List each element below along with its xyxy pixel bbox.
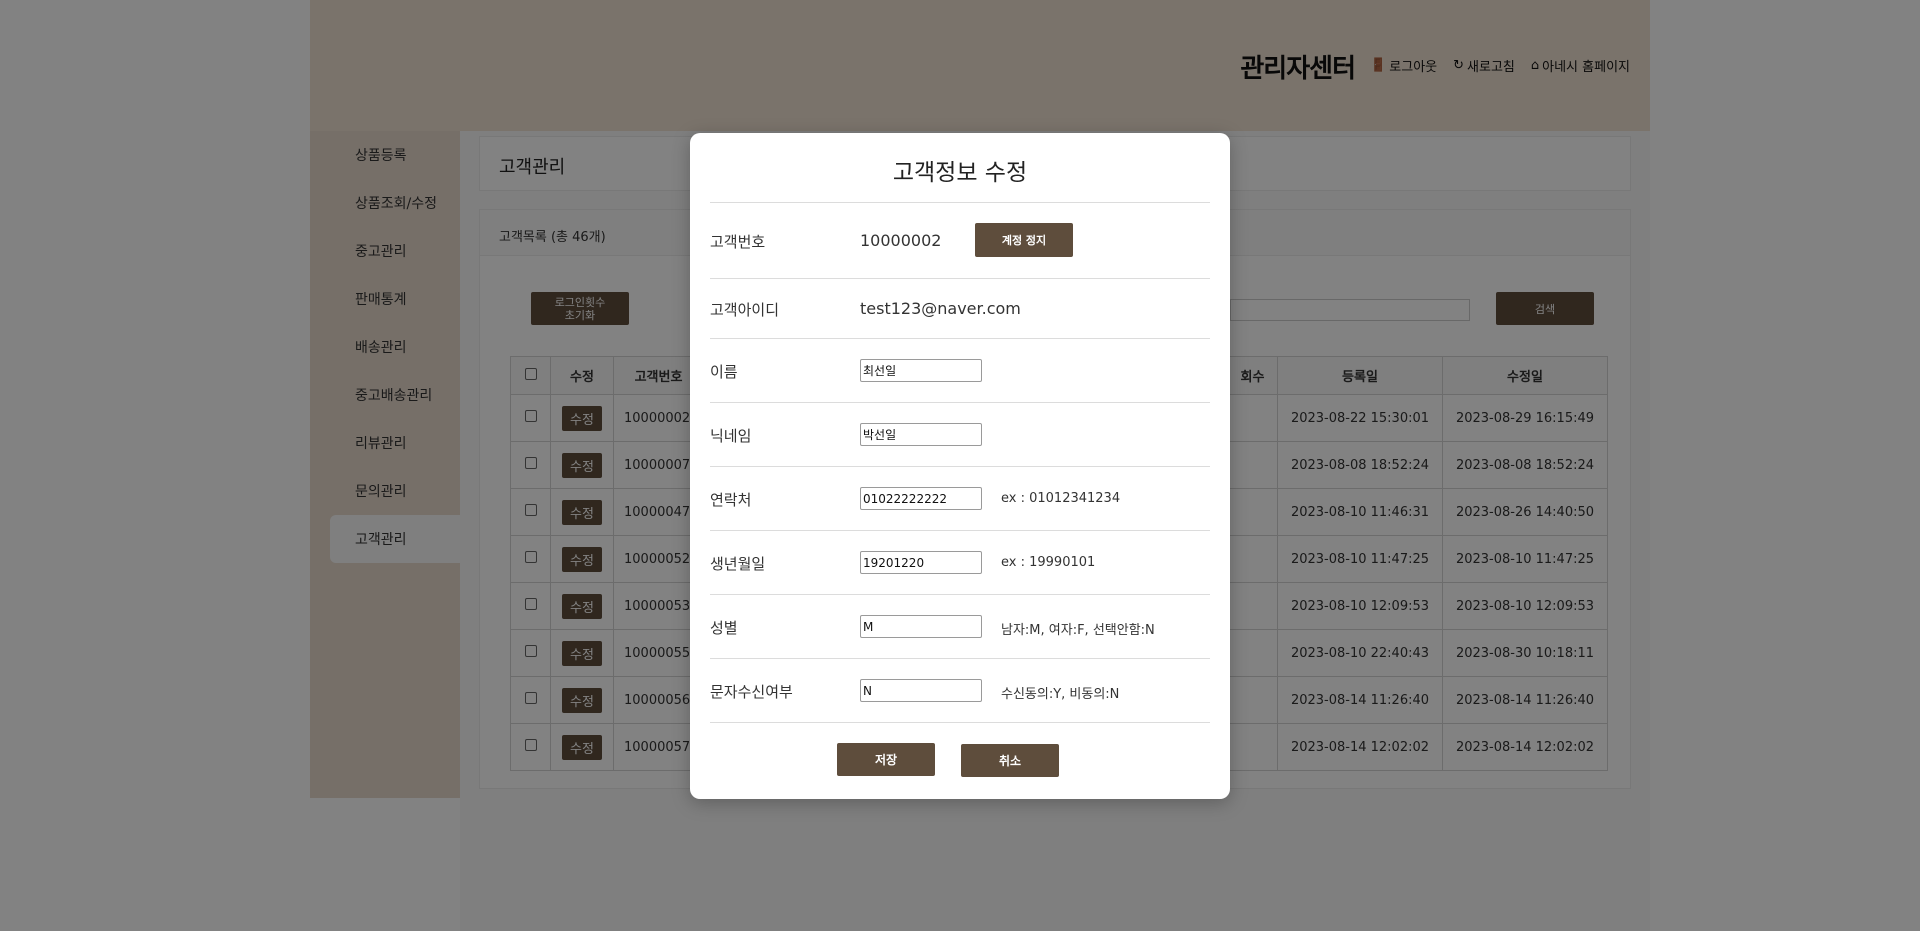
customer-no-value: 10000002 [860,231,942,250]
save-button[interactable]: 저장 [837,743,935,776]
cancel-button[interactable]: 취소 [961,744,1059,777]
customer-id-value: test123@naver.com [860,299,1021,318]
row-birth: 생년월일 ex : 19990101 [710,530,1210,594]
sms-input[interactable] [860,679,982,702]
sms-hint: 수신동의:Y, 비동의:N [1001,687,1120,702]
row-phone: 연락처 ex : 01012341234 [710,466,1210,530]
birth-label: 생년월일 [710,555,766,573]
sms-label: 문자수신여부 [710,683,793,701]
gender-label: 성별 [710,619,738,637]
phone-input[interactable] [860,487,982,510]
phone-label: 연락처 [710,491,752,509]
name-label: 이름 [710,363,738,381]
customer-id-label: 고객아이디 [710,301,780,319]
gender-input[interactable] [860,615,982,638]
row-sms: 문자수신여부 수신동의:Y, 비동의:N [710,658,1210,722]
birth-hint: ex : 19990101 [1001,555,1096,570]
name-input[interactable] [860,359,982,382]
birth-input[interactable] [860,551,982,574]
row-customer-id: 고객아이디 test123@naver.com [710,278,1210,338]
gender-hint: 남자:M, 여자:F, 선택안함:N [1001,623,1155,638]
nickname-label: 닉네임 [710,427,752,445]
row-gender: 성별 남자:M, 여자:F, 선택안함:N [710,594,1210,658]
nickname-input[interactable] [860,423,982,446]
row-nickname: 닉네임 [710,402,1210,466]
suspend-account-button[interactable]: 계정 정지 [975,223,1073,257]
customer-no-label: 고객번호 [710,233,766,251]
phone-hint: ex : 01012341234 [1001,491,1121,506]
row-customer-no: 고객번호 10000002 계정 정지 [710,202,1210,278]
row-name: 이름 [710,338,1210,402]
modal-title: 고객정보 수정 [892,160,1028,186]
row-divider [710,722,1210,723]
edit-customer-modal: 고객정보 수정 고객번호 10000002 계정 정지 고객아이디 test12… [690,133,1230,799]
